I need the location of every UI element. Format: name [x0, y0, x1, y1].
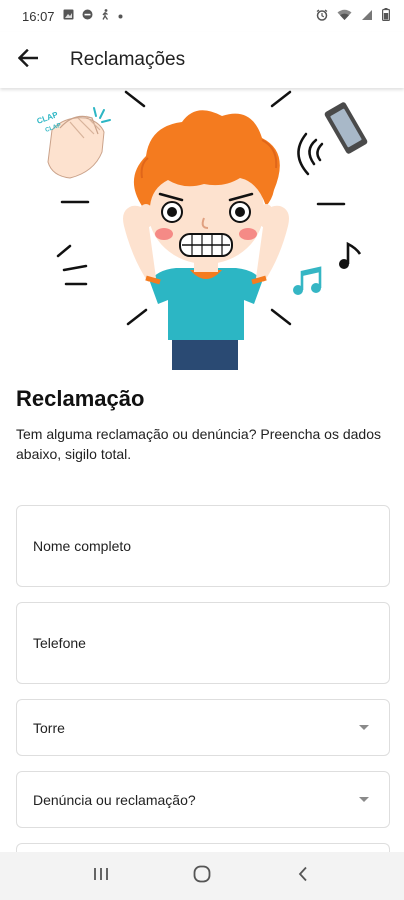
home-icon — [193, 865, 211, 888]
status-right — [316, 8, 391, 24]
chevron-down-icon — [359, 797, 369, 802]
section-title: Reclamação — [16, 386, 145, 411]
phone-icon — [297, 102, 368, 176]
arrow-left-icon — [17, 48, 39, 72]
section-description: Tem alguma reclamação ou denúncia? Preen… — [16, 426, 382, 462]
complaint-section: Reclamação Tem alguma reclamação ou denú… — [16, 386, 390, 464]
tower-select-label: Torre — [33, 719, 65, 736]
nav-back-button[interactable] — [283, 856, 323, 896]
alarm-icon — [316, 8, 328, 24]
nav-back-icon — [298, 866, 308, 887]
back-button[interactable] — [0, 32, 56, 88]
name-field-placeholder: Nome completo — [33, 538, 132, 554]
status-bar: 16:07 — [0, 0, 404, 32]
dot-icon — [118, 11, 123, 22]
complaint-type-select-label: Denúncia ou reclamação? — [33, 791, 196, 808]
hero-illustration: CLAP CLAP — [0, 88, 404, 372]
home-button[interactable] — [182, 856, 222, 896]
image-icon — [63, 9, 74, 23]
tower-select[interactable]: Torre — [16, 699, 390, 756]
wifi-icon — [337, 9, 352, 24]
phone-field[interactable]: Telefone — [16, 602, 390, 684]
walk-icon — [101, 9, 110, 23]
clock: 16:07 — [22, 8, 55, 24]
clap-hands-icon: CLAP CLAP — [36, 107, 111, 179]
signal-icon — [361, 9, 373, 24]
boy-character — [123, 110, 289, 370]
page-title: Reclamações — [70, 49, 186, 70]
complaint-type-select[interactable]: Denúncia ou reclamação? — [16, 771, 390, 828]
system-nav-bar — [0, 852, 404, 900]
chevron-down-icon — [359, 725, 369, 730]
app-bar: Reclamações — [0, 32, 404, 88]
status-left: 16:07 — [22, 9, 123, 24]
recent-apps-button[interactable] — [81, 856, 121, 896]
battery-icon — [382, 8, 391, 24]
block-icon — [82, 9, 93, 23]
phone-field-placeholder: Telefone — [33, 635, 86, 651]
recent-apps-icon — [93, 867, 109, 886]
music-notes-icon — [293, 241, 362, 295]
name-field[interactable]: Nome completo — [16, 505, 390, 587]
